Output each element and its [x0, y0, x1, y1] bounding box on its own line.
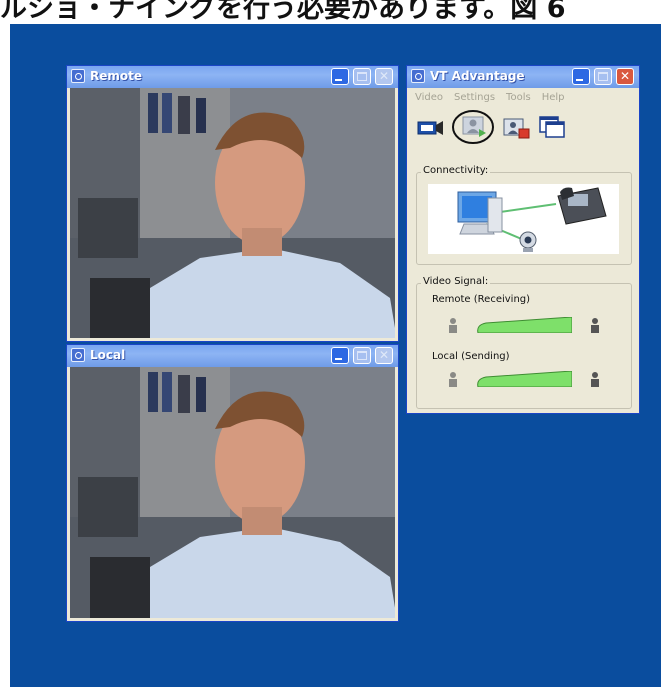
- menu-tools[interactable]: Tools: [506, 89, 531, 107]
- person-icon: [591, 318, 599, 333]
- remote-window-title: Remote: [90, 69, 143, 83]
- menu-video[interactable]: Video: [415, 89, 443, 107]
- ip-phone-icon: [557, 187, 607, 225]
- minimize-button[interactable]: [331, 68, 349, 85]
- remote-video-feed: [70, 88, 395, 338]
- remote-titlebar[interactable]: Remote ✕: [67, 66, 398, 88]
- windows-icon[interactable]: [537, 114, 567, 140]
- connectivity-label: Connectivity:: [421, 165, 491, 176]
- remote-signal-bar: [477, 317, 572, 333]
- close-button[interactable]: ✕: [375, 347, 393, 364]
- app-icon: [411, 69, 425, 83]
- toolbar: [409, 110, 637, 144]
- menu-help[interactable]: Help: [542, 89, 565, 107]
- menu-settings[interactable]: Settings: [454, 89, 495, 107]
- menu-bar: Video Settings Tools Help: [409, 89, 637, 107]
- local-window-title: Local: [90, 348, 126, 362]
- person-icon: [591, 372, 599, 387]
- person-icon: [449, 318, 457, 333]
- app-icon: [71, 348, 85, 362]
- local-signal-bar: [477, 371, 572, 387]
- vt-titlebar[interactable]: VT Advantage ✕: [407, 66, 639, 88]
- close-button[interactable]: ✕: [616, 68, 634, 85]
- maximize-button[interactable]: [353, 68, 371, 85]
- maximize-button[interactable]: [594, 68, 612, 85]
- connectivity-group: Connectivity:: [416, 165, 632, 265]
- app-icon: [71, 69, 85, 83]
- video-mute-icon[interactable]: [451, 107, 495, 147]
- vt-window-title: VT Advantage: [430, 69, 525, 83]
- video-signal-group: Video Signal: Remote (Receiving) Local (…: [416, 276, 632, 409]
- remote-window[interactable]: Remote ✕: [66, 65, 399, 342]
- local-titlebar[interactable]: Local ✕: [67, 345, 398, 367]
- local-video-feed: [70, 367, 395, 618]
- camera-icon: [519, 231, 537, 252]
- connectivity-diagram: [428, 184, 619, 254]
- computer-icon: [457, 191, 503, 235]
- stop-video-icon[interactable]: [501, 114, 531, 140]
- desktop: Remote ✕ Local ✕ VT Advantage ✕ Video Se…: [10, 24, 661, 687]
- remote-receiving-label: Remote (Receiving): [432, 294, 531, 305]
- close-button[interactable]: ✕: [375, 68, 393, 85]
- local-window[interactable]: Local ✕: [66, 344, 399, 622]
- person-icon: [449, 372, 457, 387]
- local-sending-label: Local (Sending): [432, 351, 510, 362]
- minimize-button[interactable]: [331, 347, 349, 364]
- minimize-button[interactable]: [572, 68, 590, 85]
- maximize-button[interactable]: [353, 347, 371, 364]
- video-signal-label: Video Signal:: [421, 276, 491, 287]
- video-camera-icon[interactable]: [415, 114, 445, 140]
- vt-advantage-window[interactable]: VT Advantage ✕ Video Settings Tools Help: [406, 65, 640, 414]
